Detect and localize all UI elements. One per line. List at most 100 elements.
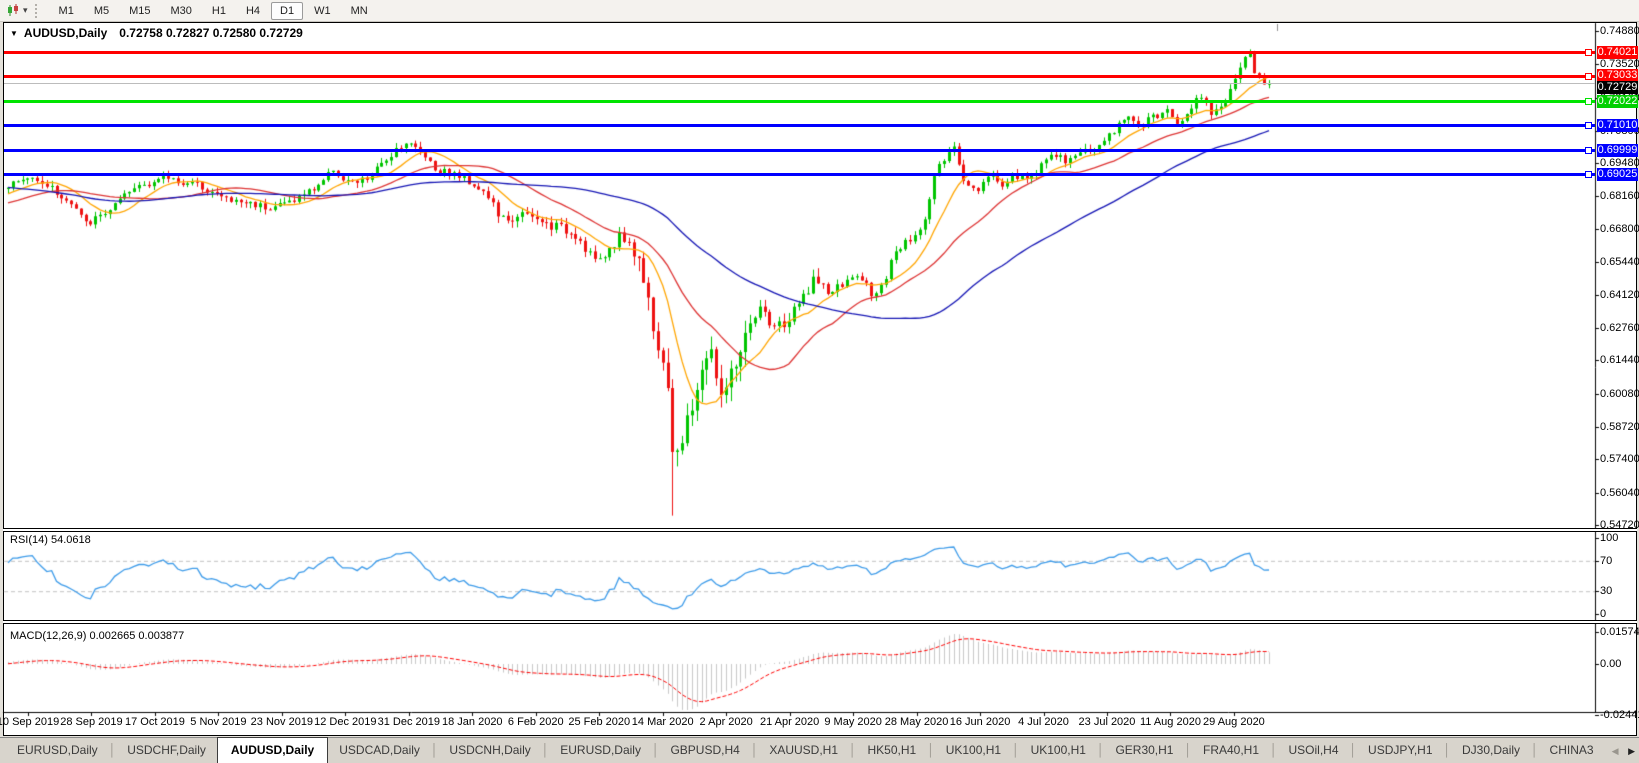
timeframe-button-m1[interactable]: M1 bbox=[50, 2, 83, 20]
chart-shortcut-icon[interactable] bbox=[6, 4, 21, 17]
price-axis-label: 0.62760 bbox=[1600, 322, 1639, 334]
price-axis-label: 0.60080 bbox=[1600, 388, 1639, 400]
price-axis-label: 0.61440 bbox=[1600, 354, 1639, 366]
price-axis-label: 0.68160 bbox=[1600, 190, 1639, 202]
tab-separator: │ bbox=[1350, 739, 1358, 763]
price-axis-label: 0.64120 bbox=[1600, 289, 1639, 301]
price-axis-label: 0.54720 bbox=[1600, 519, 1639, 531]
tab-separator: │ bbox=[652, 739, 660, 763]
horizontal-level-line[interactable] bbox=[4, 75, 1595, 78]
panel-separator-rsi-macd[interactable] bbox=[3, 620, 1637, 624]
rsi-indicator-label: RSI(14) 54.0618 bbox=[10, 534, 91, 546]
tab-separator: │ bbox=[1531, 739, 1539, 763]
tab-separator: │ bbox=[1012, 739, 1020, 763]
level-connector-square bbox=[1585, 122, 1592, 129]
chart-tab-uk100-h1[interactable]: UK100,H1 bbox=[1020, 739, 1097, 763]
level-connector-square bbox=[1585, 171, 1592, 178]
chart-tab-usoil-h4[interactable]: USOil,H4 bbox=[1278, 739, 1350, 763]
current-price-badge: 0.72729 bbox=[1597, 81, 1638, 94]
chart-tab-bar: EURUSD,Daily│USDCHF,DailyAUDUSD,DailyUSD… bbox=[0, 737, 1639, 763]
collapse-triangle-icon[interactable]: ▼ bbox=[10, 29, 18, 38]
price-axis-label: 0.58720 bbox=[1600, 421, 1639, 433]
price-level-badge: 0.69999 bbox=[1597, 144, 1638, 157]
chart-tab-eurusd-daily[interactable]: EURUSD,Daily bbox=[6, 739, 109, 763]
date-axis-label: 29 Aug 2020 bbox=[1191, 716, 1277, 728]
rsi-axis-label: 30 bbox=[1600, 585, 1612, 597]
toolbar: ▾ M1M5M15M30H1H4D1W1MN bbox=[0, 0, 1639, 22]
level-connector-square bbox=[1585, 98, 1592, 105]
timeframe-button-m30[interactable]: M30 bbox=[162, 2, 201, 20]
level-connector-square bbox=[1585, 147, 1592, 154]
level-connector-square bbox=[1585, 49, 1592, 56]
chart-tab-usdcad-daily[interactable]: USDCAD,Daily bbox=[328, 739, 431, 763]
rsi-axis-label: 70 bbox=[1600, 555, 1612, 567]
timeframe-button-w1[interactable]: W1 bbox=[305, 2, 340, 20]
chart-ohlc-values: 0.72758 0.72827 0.72580 0.72729 bbox=[119, 26, 303, 40]
chart-tab-usdcnh-daily[interactable]: USDCNH,Daily bbox=[438, 739, 541, 763]
chart-tab-gbpusd-h4[interactable]: GBPUSD,H4 bbox=[659, 739, 750, 763]
panel-separator-main-rsi[interactable] bbox=[3, 528, 1637, 532]
timeframe-button-h1[interactable]: H1 bbox=[203, 2, 235, 20]
tab-separator: │ bbox=[927, 739, 935, 763]
toolbar-grip[interactable] bbox=[35, 4, 41, 18]
tab-scroll-left-icon[interactable]: ◀ bbox=[1612, 746, 1619, 756]
macd-axis-label: -0.024412 bbox=[1600, 709, 1639, 721]
chart-tab-audusd-daily[interactable]: AUDUSD,Daily bbox=[217, 737, 328, 763]
tab-separator: │ bbox=[1184, 739, 1192, 763]
rsi-axis-label: 0 bbox=[1600, 608, 1606, 620]
tab-scroll-right-icon[interactable]: ▶ bbox=[1628, 746, 1635, 756]
timeframe-button-m15[interactable]: M15 bbox=[120, 2, 159, 20]
chart-tab-dj30-daily[interactable]: DJ30,Daily bbox=[1451, 739, 1531, 763]
tab-separator: │ bbox=[849, 739, 857, 763]
tab-separator: │ bbox=[751, 739, 759, 763]
chart-tab-eurusd-daily[interactable]: EURUSD,Daily bbox=[549, 739, 652, 763]
horizontal-level-line[interactable] bbox=[4, 124, 1595, 127]
horizontal-level-line[interactable] bbox=[4, 100, 1595, 103]
horizontal-level-line[interactable] bbox=[4, 149, 1595, 152]
current-price-line[interactable] bbox=[4, 83, 1595, 84]
chart-tab-usdjpy-h1[interactable]: USDJPY,H1 bbox=[1357, 739, 1443, 763]
chart-tab-usdchf-daily[interactable]: USDCHF,Daily bbox=[116, 739, 217, 763]
price-level-badge: 0.73033 bbox=[1597, 69, 1638, 82]
chart-tab-uk100-h1[interactable]: UK100,H1 bbox=[935, 739, 1012, 763]
horizontal-level-line[interactable] bbox=[4, 51, 1595, 54]
tab-separator: │ bbox=[1097, 739, 1105, 763]
timeframe-toolbar: M1M5M15M30H1H4D1W1MN bbox=[49, 2, 378, 20]
price-level-badge: 0.69025 bbox=[1597, 168, 1638, 181]
price-level-badge: 0.74021 bbox=[1597, 46, 1638, 59]
tab-separator: │ bbox=[109, 739, 117, 763]
price-chart-canvas[interactable] bbox=[0, 0, 1639, 763]
timeframe-button-d1[interactable]: D1 bbox=[271, 2, 303, 20]
tabs: EURUSD,Daily│USDCHF,DailyAUDUSD,DailyUSD… bbox=[6, 736, 1594, 763]
chart-tab-hk50-h1[interactable]: HK50,H1 bbox=[857, 739, 928, 763]
chart-tab-ger30-h1[interactable]: GER30,H1 bbox=[1104, 739, 1184, 763]
macd-axis-label: 0.00 bbox=[1600, 658, 1621, 670]
timeframe-button-m5[interactable]: M5 bbox=[85, 2, 118, 20]
chart-tab-china300-h1[interactable]: CHINA300,H1 bbox=[1539, 739, 1594, 763]
chart-tab-xauusd-h1[interactable]: XAUUSD,H1 bbox=[758, 739, 849, 763]
macd-axis-label: 0.015741 bbox=[1600, 626, 1639, 638]
timeframe-button-mn[interactable]: MN bbox=[342, 2, 377, 20]
tab-separator: │ bbox=[431, 739, 439, 763]
chart-title: ▼ AUDUSD,Daily 0.72758 0.72827 0.72580 0.7… bbox=[10, 26, 303, 40]
price-axis-label: 0.65440 bbox=[1600, 256, 1639, 268]
tab-separator: │ bbox=[542, 739, 550, 763]
dropdown-caret-icon[interactable]: ▾ bbox=[23, 5, 28, 16]
price-axis-label: 0.57400 bbox=[1600, 453, 1639, 465]
tab-scroll-arrows: ◀ ▶ bbox=[1612, 746, 1635, 757]
price-level-badge: 0.71010 bbox=[1597, 119, 1638, 132]
price-axis-label: 0.66800 bbox=[1600, 223, 1639, 235]
chart-tab-fra40-h1[interactable]: FRA40,H1 bbox=[1192, 739, 1270, 763]
price-axis-label: 0.74880 bbox=[1600, 25, 1639, 37]
rsi-axis-label: 100 bbox=[1600, 532, 1618, 544]
chart-symbol-period: AUDUSD,Daily bbox=[24, 26, 107, 40]
tab-separator: │ bbox=[1444, 739, 1452, 763]
price-level-badge: 0.72022 bbox=[1597, 95, 1638, 108]
price-axis-label: 0.56040 bbox=[1600, 487, 1639, 499]
candlestick-mini-icon bbox=[6, 4, 21, 17]
horizontal-level-line[interactable] bbox=[4, 173, 1595, 176]
macd-indicator-label: MACD(12,26,9) 0.002665 0.003877 bbox=[10, 630, 184, 642]
tab-separator: │ bbox=[1270, 739, 1278, 763]
timeframe-button-h4[interactable]: H4 bbox=[237, 2, 269, 20]
level-connector-square bbox=[1585, 73, 1592, 80]
